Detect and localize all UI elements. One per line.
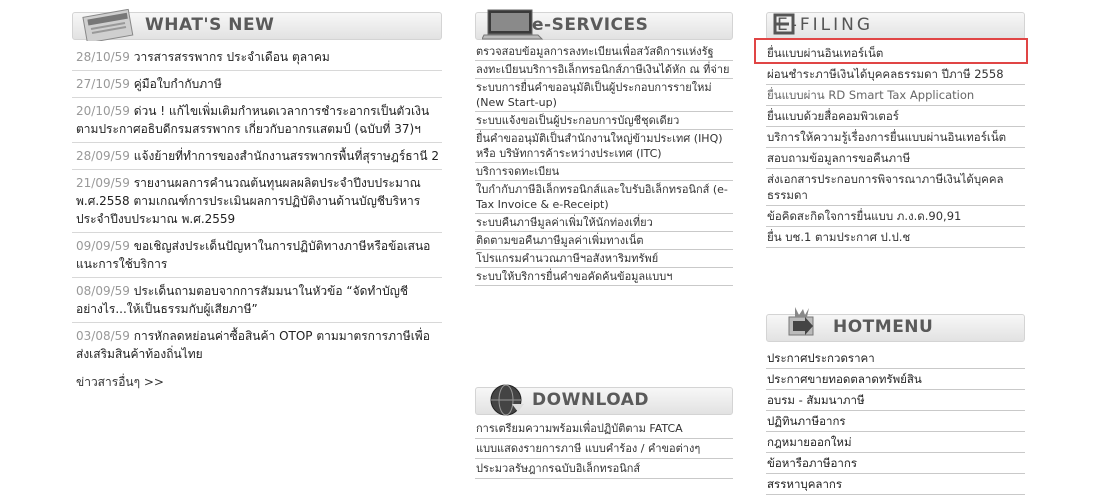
e-services-list: ตรวจสอบข้อมูลการลงทะเบียนเพื่อสวัสดิการแ… (475, 43, 733, 286)
download-title: DOWNLOAD (532, 390, 650, 410)
e-services-section: e-SERVICES ตรวจสอบข้อมูลการลงทะเบียนเพื่… (475, 0, 733, 286)
e-filing-item[interactable]: ยื่นแบบผ่านอินเทอร์เน็ต (766, 43, 1025, 64)
download-item[interactable]: การเตรียมความพร้อมเพื่อปฏิบัติตาม FATCA (475, 419, 733, 439)
hotmenu-list: ประกาศประกวดราคา ประกาศขายทอดตลาดทรัพย์ส… (766, 348, 1025, 495)
news-item[interactable]: 28/09/59 แจ้งย้ายที่ทำการของสำนักงานสรรพ… (72, 143, 442, 170)
news-item[interactable]: 21/09/59 รายงานผลการคำนวณต้นทุนผลผลิตประ… (72, 170, 442, 233)
news-list: 28/10/59 วารสารสรรพากร ประจำเดือน ตุลาคม… (72, 44, 442, 367)
e-services-header: e-SERVICES (475, 9, 733, 40)
e-filing-section: E-FILING ยื่นแบบผ่านอินเทอร์เน็ต ผ่อนชำร… (766, 0, 1025, 248)
service-item[interactable]: ลงทะเบียนบริการอิเล็กทรอนิกส์ภาษีเงินได้… (475, 61, 733, 79)
e-filing-item[interactable]: ยื่นแบบผ่าน RD Smart Tax Application (766, 85, 1025, 106)
news-item[interactable]: 08/09/59 ประเด็นถามตอบจากการสัมมนาในหัวข… (72, 278, 442, 323)
download-item[interactable]: ประมวลรัษฎากรฉบับอิเล็กทรอนิกส์ (475, 459, 733, 479)
e-filing-title: E-FILING (777, 15, 874, 35)
service-item[interactable]: ยื่นคำขออนุมัติเป็นสำนักงานใหญ่ข้ามประเท… (475, 130, 733, 163)
e-filing-item[interactable]: สอบถามข้อมูลการขอคืนภาษี (766, 148, 1025, 169)
whats-new-title: WHAT'S NEW (145, 15, 275, 35)
download-section: DOWNLOAD การเตรียมความพร้อมเพื่อปฏิบัติต… (475, 381, 733, 479)
hotmenu-item[interactable]: สรรหาบุคลากร (766, 474, 1025, 495)
e-filing-header: E-FILING (766, 12, 1025, 40)
service-item[interactable]: ระบบการยื่นคำขออนุมัติเป็นผู้ประกอบการรา… (475, 79, 733, 112)
whats-new-section: WHAT'S NEW 28/10/59 วารสารสรรพากร ประจำเ… (72, 0, 442, 392)
download-header: DOWNLOAD (475, 384, 733, 416)
news-item[interactable]: 09/09/59 ขอเชิญส่งประเด็นปัญหาในการปฏิบั… (72, 233, 442, 278)
hotmenu-item[interactable]: กฎหมายออกใหม่ (766, 432, 1025, 453)
e-filing-item[interactable]: บริการให้ความรู้เรื่องการยื่นแบบผ่านอินเ… (766, 127, 1025, 148)
hotmenu-item[interactable]: ปฏิทินภาษีอากร (766, 411, 1025, 432)
service-item[interactable]: บริการจดทะเบียน (475, 163, 733, 181)
service-item[interactable]: ตรวจสอบข้อมูลการลงทะเบียนเพื่อสวัสดิการแ… (475, 43, 733, 61)
hotmenu-item[interactable]: ข้อหารือภาษีอากร (766, 453, 1025, 474)
download-list: การเตรียมความพร้อมเพื่อปฏิบัติตาม FATCA … (475, 419, 733, 479)
e-services-title: e-SERVICES (532, 15, 649, 35)
hotmenu-item[interactable]: อบรม - สัมมนาภาษี (766, 390, 1025, 411)
news-item[interactable]: 03/08/59 การหักลดหย่อนค่าซื้อสินค้า OTOP… (72, 323, 442, 367)
e-filing-list: ยื่นแบบผ่านอินเทอร์เน็ต ผ่อนชำระภาษีเงิน… (766, 43, 1025, 248)
hotmenu-title: HOTMENU (833, 317, 934, 337)
more-news-link[interactable]: ข่าวสารอื่นๆ >> (72, 367, 442, 392)
news-item[interactable]: 28/10/59 วารสารสรรพากร ประจำเดือน ตุลาคม (72, 44, 442, 71)
service-item[interactable]: ระบบคืนภาษีมูลค่าเพิ่มให้นักท่องเที่ยว (475, 214, 733, 232)
service-item[interactable]: ระบบแจ้งขอเป็นผู้ประกอบการบัญชีชุดเดียว (475, 112, 733, 130)
newspaper-icon (82, 8, 134, 41)
hotmenu-item[interactable]: ประกาศประกวดราคา (766, 348, 1025, 369)
news-item[interactable]: 20/10/59 ด่วน ! แก้ไขเพิ่มเติมกำหนดเวลาก… (72, 98, 442, 143)
service-item[interactable]: ระบบให้บริการยื่นคำขอคัดค้นข้อมูลแบบฯ (475, 268, 733, 286)
hot-arrow-icon (788, 307, 814, 336)
download-item[interactable]: แบบแสดงรายการภาษี แบบคำร้อง / คำขอต่างๆ (475, 439, 733, 459)
service-item[interactable]: โปรแกรมคำนวณภาษีฯอสังหาริมทรัพย์ (475, 250, 733, 268)
e-filing-item[interactable]: ผ่อนชำระภาษีเงินได้บุคคลธรรมดา ปีภาษี 25… (766, 64, 1025, 85)
service-item[interactable]: ใบกำกับภาษีอิเล็กทรอนิกส์และใบรับอิเล็กท… (475, 181, 733, 214)
e-filing-item[interactable]: ยื่น บช.1 ตามประกาศ ป.ป.ช (766, 227, 1025, 248)
hotmenu-section: HOTMENU ประกาศประกวดราคา ประกาศขายทอดตลา… (766, 302, 1025, 495)
whats-new-header: WHAT'S NEW (72, 8, 442, 41)
news-item[interactable]: 27/10/59 คู่มือใบกำกับภาษี (72, 71, 442, 98)
service-item[interactable]: ติดตามขอคืนภาษีมูลค่าเพิ่มทางเน็ต (475, 232, 733, 250)
e-filing-item[interactable]: ยื่นแบบด้วยสื่อคอมพิวเตอร์ (766, 106, 1025, 127)
e-filing-item[interactable]: ส่งเอกสารประกอบการพิจารณาภาษีเงินได้บุคค… (766, 169, 1025, 206)
hotmenu-item[interactable]: ประกาศขายทอดตลาดทรัพย์สิน (766, 369, 1025, 390)
hotmenu-header: HOTMENU (766, 307, 1025, 342)
e-filing-item[interactable]: ข้อคิดสะกิดใจการยื่นแบบ ภ.ง.ด.90,91 (766, 206, 1025, 227)
